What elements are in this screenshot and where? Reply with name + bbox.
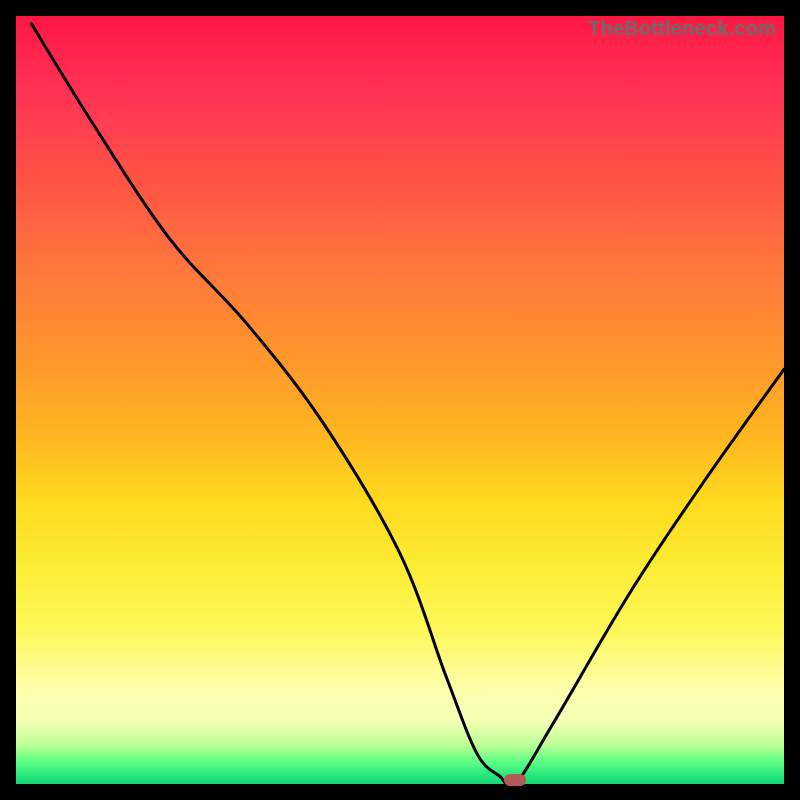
line-chart-svg [16,16,784,784]
optimal-marker [504,774,526,786]
chart-container: TheBottleneck.com [0,0,800,800]
plot-area: TheBottleneck.com [16,16,784,784]
bottleneck-curve-path [31,24,784,784]
